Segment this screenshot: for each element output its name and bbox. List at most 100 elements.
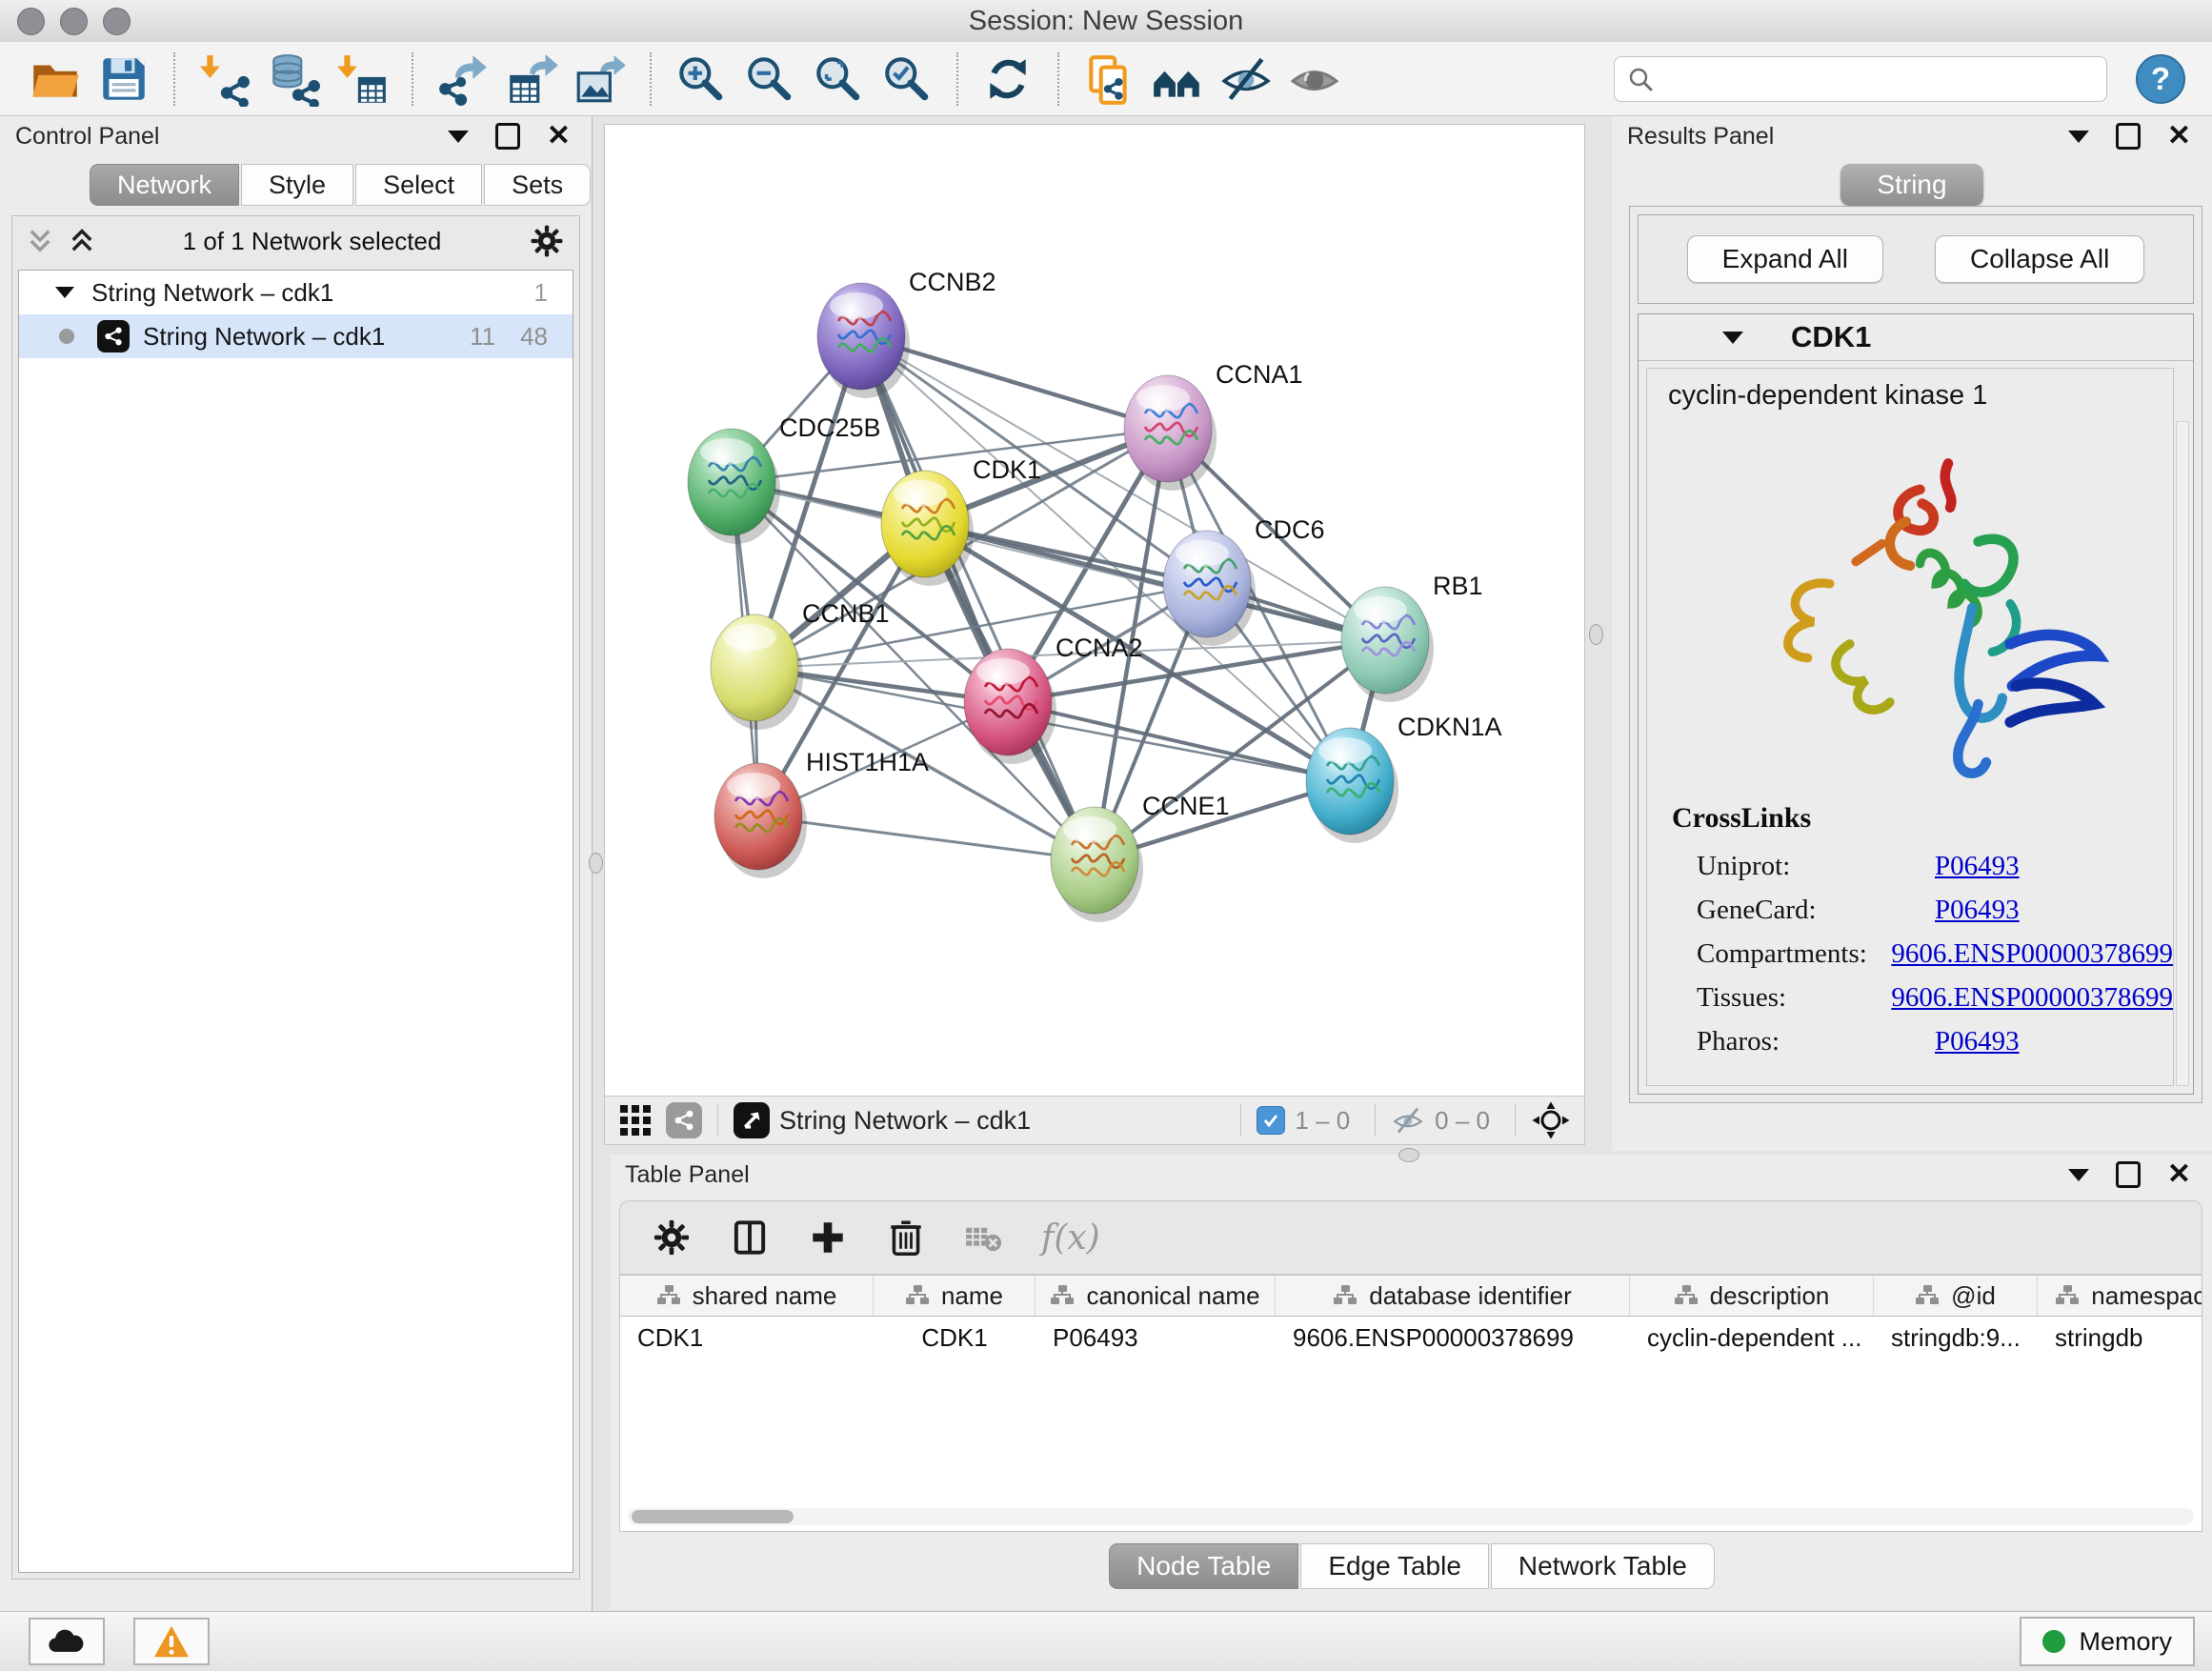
cell-database-identifier[interactable]: 9606.ENSP00000378699 [1276, 1323, 1630, 1353]
cloud-status-button[interactable] [29, 1618, 105, 1665]
network-node-rb1[interactable]: RB1 [1341, 572, 1483, 702]
network-node-cdc6[interactable]: CDC6 [1163, 515, 1325, 646]
export-table-icon[interactable] [502, 50, 561, 109]
table-row[interactable]: CDK1CDK1P064939606.ENSP00000378699cyclin… [620, 1317, 2202, 1359]
export-image-icon[interactable] [571, 50, 630, 109]
hidden-items-eye-icon[interactable] [1391, 1106, 1425, 1135]
network-tab-content: 1 of 1 Network selected String Network –… [11, 215, 580, 1580]
function-builder-icon[interactable]: f(x) [1041, 1218, 1100, 1258]
column-header-canonical-name[interactable]: canonical name [1036, 1276, 1276, 1316]
crosslink-label: GeneCard: [1672, 895, 1935, 926]
splitter-handle-left[interactable] [589, 853, 603, 874]
tab-network-table[interactable]: Network Table [1491, 1543, 1715, 1589]
panel-float-icon[interactable] [495, 123, 520, 150]
panel-close-icon[interactable]: ✕ [547, 122, 571, 151]
crosshair-icon[interactable] [1531, 1100, 1571, 1140]
clone-network-icon[interactable] [1079, 50, 1138, 109]
network-node-ccne1[interactable]: CCNE1 [1051, 792, 1230, 922]
zoom-out-icon[interactable] [740, 50, 799, 109]
splitter-handle-bottom[interactable] [1398, 1148, 1419, 1162]
column-header-namespace[interactable]: namespace [2038, 1276, 2202, 1316]
panel-menu-icon[interactable] [2068, 1169, 2089, 1181]
hide-selected-eye-icon[interactable] [1217, 50, 1276, 109]
column-header-shared-name[interactable]: shared name [620, 1276, 874, 1316]
zoom-in-icon[interactable] [672, 50, 731, 109]
column-header--id[interactable]: @id [1874, 1276, 2038, 1316]
import-table-from-file-icon[interactable] [332, 50, 392, 109]
column-header-database-identifier[interactable]: database identifier [1276, 1276, 1630, 1316]
network-canvas[interactable]: CCNB2CCNA1CDC25BCDK1CDC6RB1CCNB1CCNA2CDK… [605, 125, 1584, 1095]
collapse-all-icon[interactable] [26, 227, 54, 255]
cell-shared-name[interactable]: CDK1 [620, 1323, 874, 1353]
panel-close-icon[interactable]: ✕ [2167, 122, 2191, 151]
panel-float-icon[interactable] [2116, 123, 2141, 150]
tab-edge-table[interactable]: Edge Table [1300, 1543, 1489, 1589]
gene-entry-header[interactable]: CDK1 [1639, 314, 2193, 361]
svg-text:CCNA2: CCNA2 [1056, 634, 1143, 662]
add-column-icon[interactable] [807, 1217, 849, 1258]
crosslink-value-link[interactable]: 9606.ENSP00000378699 [1891, 982, 2173, 1014]
zoom-selected-icon[interactable] [877, 50, 936, 109]
birdseye-view-icon[interactable] [618, 1103, 653, 1137]
crosslink-value-link[interactable]: 9606.ENSP00000378699 [1891, 938, 2173, 970]
cell-description[interactable]: cyclin-dependent ... [1630, 1323, 1874, 1353]
network-node-cdkn1a[interactable]: CDKN1A [1306, 713, 1502, 843]
help-button[interactable]: ? [2136, 54, 2185, 104]
cell-canonical-name[interactable]: P06493 [1036, 1323, 1276, 1353]
search-input[interactable] [1664, 63, 2095, 94]
memory-button[interactable]: Memory [2020, 1617, 2195, 1666]
panel-menu-icon[interactable] [448, 131, 469, 143]
panel-close-icon[interactable]: ✕ [2167, 1160, 2191, 1189]
table-horizontal-scrollbar[interactable] [628, 1508, 2194, 1525]
expand-all-icon[interactable] [68, 227, 96, 255]
warning-status-button[interactable] [133, 1618, 210, 1665]
show-all-eye-icon[interactable] [1285, 50, 1344, 109]
network-node-ccnb1[interactable]: CCNB1 [711, 599, 890, 730]
first-neighbors-icon[interactable] [1148, 50, 1207, 109]
import-network-from-database-icon[interactable] [264, 50, 323, 109]
table-settings-gear-icon[interactable] [651, 1217, 693, 1258]
cell-name[interactable]: CDK1 [874, 1323, 1036, 1353]
expand-all-button[interactable]: Expand All [1687, 235, 1883, 283]
network-node-cdk1[interactable]: CDK1 [881, 455, 1041, 586]
tab-sets[interactable]: Sets [484, 164, 591, 206]
open-file-icon[interactable] [26, 50, 85, 109]
splitter-handle-right[interactable] [1589, 624, 1603, 645]
delete-table-icon[interactable] [963, 1218, 1005, 1257]
table-panel-title: Table Panel [610, 1161, 750, 1189]
network-node-hist1h1a[interactable]: HIST1H1A [714, 748, 929, 878]
delete-columns-trash-icon[interactable] [885, 1217, 927, 1258]
export-network-icon[interactable] [433, 50, 493, 109]
tab-string[interactable]: String [1840, 164, 1983, 206]
gene-collapse-icon[interactable] [1722, 332, 1743, 344]
panel-menu-icon[interactable] [2068, 131, 2089, 143]
column-header-name[interactable]: name [874, 1276, 1036, 1316]
collapse-all-button[interactable]: Collapse All [1935, 235, 2144, 283]
cell-namespace[interactable]: stringdb [2038, 1323, 2202, 1353]
scrollbar-thumb[interactable] [632, 1510, 794, 1523]
open-in-new-window-icon[interactable] [734, 1102, 770, 1138]
import-network-from-file-icon[interactable] [195, 50, 254, 109]
save-session-icon[interactable] [94, 50, 153, 109]
share-network-icon[interactable] [666, 1102, 702, 1138]
tab-style[interactable]: Style [241, 164, 353, 206]
crosslink-value-link[interactable]: P06493 [1935, 1026, 2020, 1057]
panel-float-icon[interactable] [2116, 1161, 2141, 1188]
results-vertical-scrollbar[interactable] [2176, 421, 2189, 1086]
column-header-description[interactable]: description [1630, 1276, 1874, 1316]
tab-network[interactable]: Network [90, 164, 239, 206]
toolbar-search-field[interactable] [1614, 56, 2107, 102]
collection-expand-icon[interactable] [55, 287, 74, 298]
network-collection-row[interactable]: String Network – cdk1 1 [19, 271, 573, 314]
refresh-icon[interactable] [978, 50, 1037, 109]
split-columns-icon[interactable] [729, 1217, 771, 1258]
gear-icon[interactable] [528, 222, 566, 260]
selected-nodes-checkbox[interactable] [1257, 1106, 1285, 1135]
crosslink-value-link[interactable]: P06493 [1935, 851, 2020, 882]
crosslink-value-link[interactable]: P06493 [1935, 895, 2020, 926]
cell--id[interactable]: stringdb:9... [1874, 1323, 2038, 1353]
zoom-fit-icon[interactable] [809, 50, 868, 109]
network-row[interactable]: String Network – cdk1 11 48 [19, 314, 573, 358]
tab-select[interactable]: Select [355, 164, 482, 206]
tab-node-table[interactable]: Node Table [1109, 1543, 1298, 1589]
